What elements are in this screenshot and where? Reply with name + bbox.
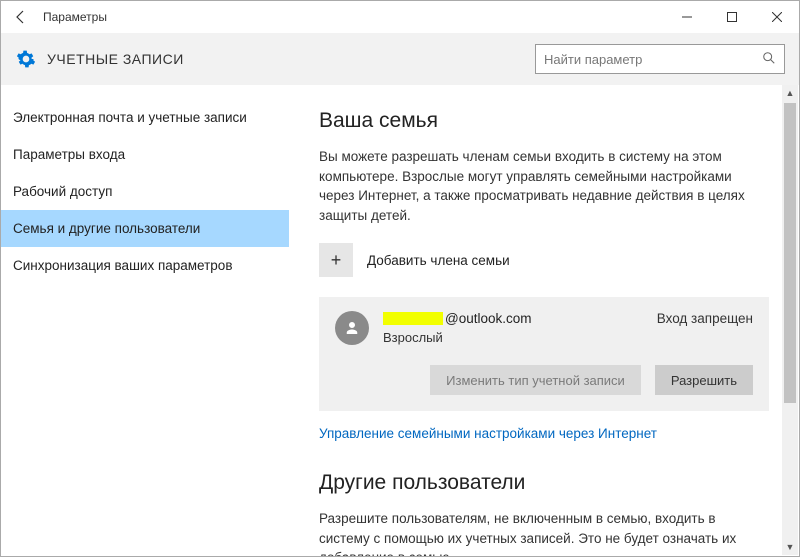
member-status: Вход запрещен [657, 311, 753, 326]
window-title: Параметры [43, 10, 664, 24]
scroll-up-icon[interactable]: ▲ [782, 85, 798, 101]
titlebar: Параметры [1, 1, 799, 33]
vertical-scrollbar[interactable]: ▲ ▼ [782, 85, 798, 555]
add-family-label: Добавить члена семьи [367, 253, 510, 268]
minimize-button[interactable] [664, 1, 709, 33]
change-account-type-button[interactable]: Изменить тип учетной записи [430, 365, 641, 395]
other-users-description: Разрешите пользователям, не включенным в… [319, 509, 769, 556]
settings-window: Параметры УЧЕТНЫЕ ЗАПИСИ Найти параметр … [0, 0, 800, 557]
family-description: Вы можете разрешать членам семьи входить… [319, 147, 769, 225]
family-member-card[interactable]: @outlook.com Взрослый Вход запрещен Изме… [319, 297, 769, 411]
page-header: УЧЕТНЫЕ ЗАПИСИ Найти параметр [1, 33, 799, 85]
search-icon [762, 51, 776, 68]
plus-icon: + [319, 243, 353, 277]
page-title: УЧЕТНЫЕ ЗАПИСИ [47, 51, 525, 67]
close-button[interactable] [754, 1, 799, 33]
avatar-icon [335, 311, 369, 345]
other-users-heading: Другие пользователи [319, 471, 769, 495]
add-family-member-button[interactable]: + Добавить члена семьи [319, 243, 769, 277]
redacted-text [383, 312, 443, 325]
search-input[interactable]: Найти параметр [535, 44, 785, 74]
sidebar: Электронная почта и учетные записи Парам… [1, 85, 289, 556]
sidebar-item-signin-options[interactable]: Параметры входа [1, 136, 289, 173]
search-placeholder: Найти параметр [544, 52, 762, 67]
manage-family-link[interactable]: Управление семейными настройками через И… [319, 426, 657, 441]
back-button[interactable] [7, 3, 35, 31]
body: Электронная почта и учетные записи Парам… [1, 85, 799, 556]
member-email: @outlook.com [383, 311, 643, 326]
sidebar-item-email-accounts[interactable]: Электронная почта и учетные записи [1, 99, 289, 136]
sidebar-item-work-access[interactable]: Рабочий доступ [1, 173, 289, 210]
sidebar-item-sync[interactable]: Синхронизация ваших параметров [1, 247, 289, 284]
sidebar-item-family-users[interactable]: Семья и другие пользователи [1, 210, 289, 247]
scroll-down-icon[interactable]: ▼ [782, 539, 798, 555]
maximize-button[interactable] [709, 1, 754, 33]
content: Ваша семья Вы можете разрешать членам се… [289, 85, 799, 556]
allow-button[interactable]: Разрешить [655, 365, 753, 395]
member-role: Взрослый [383, 330, 643, 345]
gear-icon [15, 48, 37, 70]
scroll-thumb[interactable] [784, 103, 796, 403]
family-heading: Ваша семья [319, 109, 769, 133]
window-controls [664, 1, 799, 33]
